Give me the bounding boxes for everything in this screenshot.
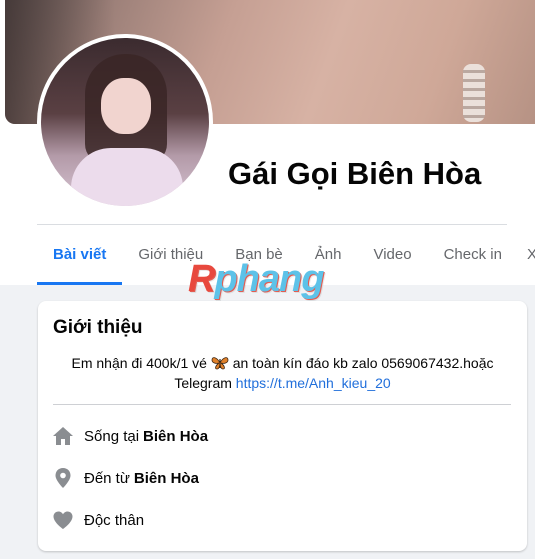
location-pin-icon (52, 467, 74, 489)
lives-in-value[interactable]: Biên Hòa (143, 428, 208, 445)
watermark-first-letter: R (188, 258, 215, 300)
bio-text-1: Em nhận đi 400k/1 vé (71, 355, 207, 371)
watermark-logo: Rphang (188, 258, 324, 301)
profile-page: Gái Gọi Biên Hòa Bài viết Giới thiệu Bạn… (0, 0, 535, 559)
intro-title: Giới thiệu (53, 317, 143, 338)
header-divider (37, 224, 507, 225)
info-row-from: Đến từ Biên Hòa (52, 466, 199, 490)
bio-telegram-label: Telegram (174, 375, 232, 391)
tab-videos[interactable]: Video (357, 229, 427, 285)
tab-overflow[interactable]: X (527, 229, 535, 281)
info-row-lives-in: Sống tại Biên Hòa (52, 424, 208, 448)
intro-bio: Em nhận đi 400k/1 vé an toàn kín đáo kb … (52, 353, 513, 393)
info-row-relationship: Độc thân (52, 508, 144, 532)
from-value[interactable]: Biên Hòa (134, 470, 199, 487)
from-label: Đến từ (84, 469, 130, 487)
profile-header: Gái Gọi Biên Hòa Bài viết Giới thiệu Bạn… (0, 0, 535, 285)
tab-posts[interactable]: Bài viết (37, 229, 123, 285)
heart-icon (52, 509, 74, 531)
intro-divider (53, 404, 511, 405)
home-icon (52, 425, 74, 447)
avatar-face (101, 78, 151, 134)
avatar-image (41, 38, 209, 206)
tab-check-ins[interactable]: Check in (428, 229, 518, 285)
avatar-body (71, 148, 183, 206)
lives-in-label: Sống tại (84, 427, 140, 445)
intro-card: Giới thiệu Em nhận đi 400k/1 vé an toàn … (38, 301, 527, 551)
profile-name: Gái Gọi Biên Hòa (228, 156, 482, 191)
cover-bracelet-detail (463, 64, 485, 122)
watermark-rest: phang (214, 258, 324, 300)
profile-avatar[interactable] (37, 34, 213, 210)
butterfly-emoji-icon (211, 357, 229, 370)
bio-text-2: an toàn kín đáo kb zalo 0569067432.hoặc (232, 355, 494, 371)
relationship-status: Độc thân (84, 511, 145, 529)
bio-telegram-link[interactable]: https://t.me/Anh_kieu_20 (236, 375, 391, 391)
